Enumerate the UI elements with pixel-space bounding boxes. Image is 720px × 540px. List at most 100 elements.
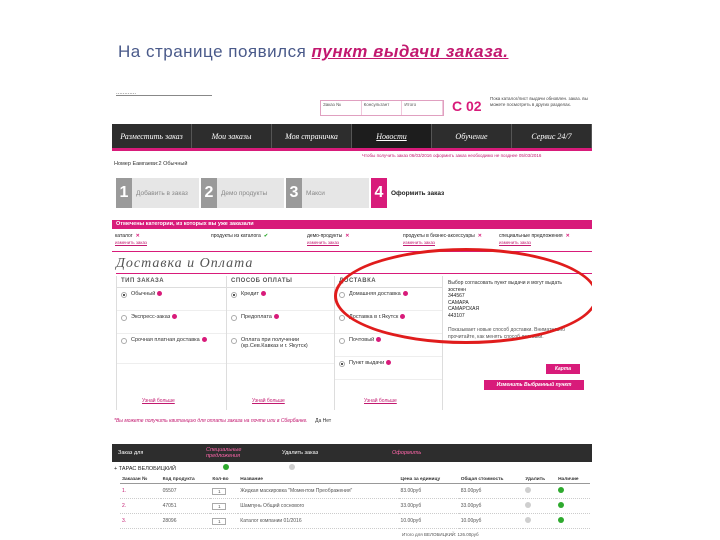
payment-option[interactable]: Предоплата xyxy=(227,311,334,334)
radio-button[interactable] xyxy=(121,292,127,298)
step-checkout[interactable]: 4 Оформить заказ xyxy=(371,178,454,208)
radio-button[interactable] xyxy=(121,338,127,344)
available-icon xyxy=(558,502,565,508)
radio-button[interactable] xyxy=(339,315,345,321)
delete-order-label[interactable]: Удалить заказ xyxy=(276,450,386,456)
summary-cell: Итого xyxy=(402,101,443,115)
learn-more-link[interactable]: Узнай больше xyxy=(252,398,285,404)
available-icon xyxy=(558,487,565,493)
radio-button[interactable] xyxy=(121,315,127,321)
step-add-to-order[interactable]: 1 Добавить в заказ xyxy=(116,178,199,208)
delete-icon[interactable] xyxy=(525,517,532,523)
change-order-link[interactable]: изменить заказ xyxy=(307,240,397,245)
unit-price: 83.00руб xyxy=(398,483,459,499)
info-icon[interactable] xyxy=(201,337,207,342)
quantity-input[interactable]: 1 xyxy=(212,517,227,525)
row-index: 3. xyxy=(120,513,161,529)
col-header: Общая стоимость xyxy=(458,476,524,484)
category-name: демо-продукты xyxy=(307,233,343,239)
nav-item-training[interactable]: Обучение xyxy=(432,124,512,148)
info-icon[interactable] xyxy=(376,337,382,342)
checkout-label[interactable]: Оформить xyxy=(386,450,427,456)
radio-button[interactable] xyxy=(231,292,237,298)
category-item: демо-продукты ✕ изменить заказ xyxy=(304,230,400,251)
section-title: Доставка и Оплата xyxy=(116,256,254,271)
delete-icon[interactable] xyxy=(525,487,532,493)
map-button[interactable]: Карта xyxy=(546,364,580,374)
info-icon[interactable] xyxy=(157,291,163,296)
learn-more-link[interactable]: Узнай больше xyxy=(142,398,175,404)
step-number: 3 xyxy=(286,178,302,208)
payment-option[interactable]: Оплата при получении (кр.Сев.Кавказ и г.… xyxy=(227,334,334,364)
payment-receipt-note: *Вы можете получить квитанцию для оплаты… xyxy=(114,418,414,424)
delete-cell xyxy=(523,483,557,499)
category-list: каталог ✕ изменить заказ продукты из ката… xyxy=(112,230,592,252)
slide-title-highlight: пункт выдачи заказа. xyxy=(311,42,509,61)
receipt-radio-group[interactable]: Да Нет xyxy=(315,418,331,424)
summary-cell: Консультант xyxy=(362,101,403,115)
col-header: Заказан № xyxy=(120,476,161,484)
step-number: 2 xyxy=(201,178,217,208)
col-header: Код продукта xyxy=(160,476,211,484)
info-icon[interactable] xyxy=(273,314,279,319)
nav-item-news[interactable]: Новости xyxy=(352,124,432,148)
delete-icon[interactable] xyxy=(525,502,532,508)
radio-button[interactable] xyxy=(339,361,345,367)
cart-note: Пока каталог/лист выдачи обновлен. заказ… xyxy=(490,96,588,107)
change-order-link[interactable]: изменить заказ xyxy=(115,240,205,245)
change-pickup-button[interactable]: Изменить Выбранный пункт xyxy=(484,380,584,390)
category-item: специальные предложения ✕ изменить заказ xyxy=(496,230,592,251)
order-steps: 1 Добавить в заказ 2 Демо продукты 3 Мак… xyxy=(116,178,456,214)
radio-button[interactable] xyxy=(231,315,237,321)
delivery-option[interactable]: Пункт выдачи xyxy=(335,357,442,380)
cart-code[interactable]: С 02 xyxy=(452,98,482,114)
payment-option[interactable]: Кредит xyxy=(227,288,334,311)
order-type-option[interactable]: Экспресс-заказ xyxy=(117,311,226,334)
option-label: Почтовый xyxy=(349,337,375,343)
order-type-column: ТИП ЗАКАЗА Обычный Экспресс-заказ Срочна… xyxy=(117,276,227,410)
cross-icon: ✕ xyxy=(135,233,140,239)
category-item: каталог ✕ изменить заказ xyxy=(112,230,208,251)
special-offers-label[interactable]: Специальные предложения xyxy=(200,447,276,459)
category-name: специальные предложения xyxy=(499,233,563,239)
radio-button[interactable] xyxy=(231,338,237,344)
step-demo-products[interactable]: 2 Демо продукты xyxy=(201,178,284,208)
row-index: 2. xyxy=(120,498,161,514)
availability-cell xyxy=(556,513,590,529)
category-name: каталог xyxy=(115,233,133,239)
change-order-link[interactable]: изменить заказ xyxy=(499,240,589,245)
radio-button[interactable] xyxy=(339,338,345,344)
order-owner-name: + ТАРАС ВЕЛОБИЦКИЙ xyxy=(114,466,176,472)
nav-item-place-order[interactable]: Разместить заказ xyxy=(112,124,192,148)
learn-more-link[interactable]: Узнай больше xyxy=(364,398,397,404)
option-label: Оплата при получении (кр.Сев.Кавказ и г.… xyxy=(241,337,308,349)
quantity-cell: 1 xyxy=(210,483,239,499)
quantity-cell: 1 xyxy=(210,513,239,529)
unit-price: 10.00руб xyxy=(398,513,459,529)
nav-item-my-orders[interactable]: Мои заказы xyxy=(192,124,272,148)
availability-cell xyxy=(556,498,590,514)
cross-icon: ✕ xyxy=(477,233,482,239)
site-logo: ............ xyxy=(116,90,212,96)
quantity-input[interactable]: 1 xyxy=(212,487,227,495)
nav-item-service[interactable]: Сервис 24/7 xyxy=(512,124,592,148)
step-number: 4 xyxy=(371,178,387,208)
step-label: Демо продукты xyxy=(221,189,268,197)
highlight-oval xyxy=(334,248,592,344)
table-row: 1. 05507 1 Жидкая маскировка "Моментом П… xyxy=(120,483,590,499)
categories-title: Отмечены категории, из которых вы уже за… xyxy=(112,220,592,229)
step-maxi[interactable]: 3 Макси xyxy=(286,178,369,208)
quantity-input[interactable]: 1 xyxy=(212,502,227,510)
info-icon[interactable] xyxy=(172,314,178,319)
deadline-notice: Чтобы получить заказ 06/03/2016 оформить… xyxy=(362,153,542,158)
order-type-option[interactable]: Обычный xyxy=(117,288,226,311)
info-icon[interactable] xyxy=(386,360,392,365)
category-name: продукты в бизнес-аксессуары xyxy=(403,233,475,239)
category-item: продукты из каталога ✔ xyxy=(208,230,304,251)
info-icon[interactable] xyxy=(261,291,267,296)
order-type-option[interactable]: Срочная платная доставка xyxy=(117,334,226,364)
nav-item-my-page[interactable]: Моя страничка xyxy=(272,124,352,148)
option-label: Обычный xyxy=(131,291,156,297)
change-order-link[interactable]: изменить заказ xyxy=(403,240,493,245)
status-green-icon xyxy=(223,464,230,470)
